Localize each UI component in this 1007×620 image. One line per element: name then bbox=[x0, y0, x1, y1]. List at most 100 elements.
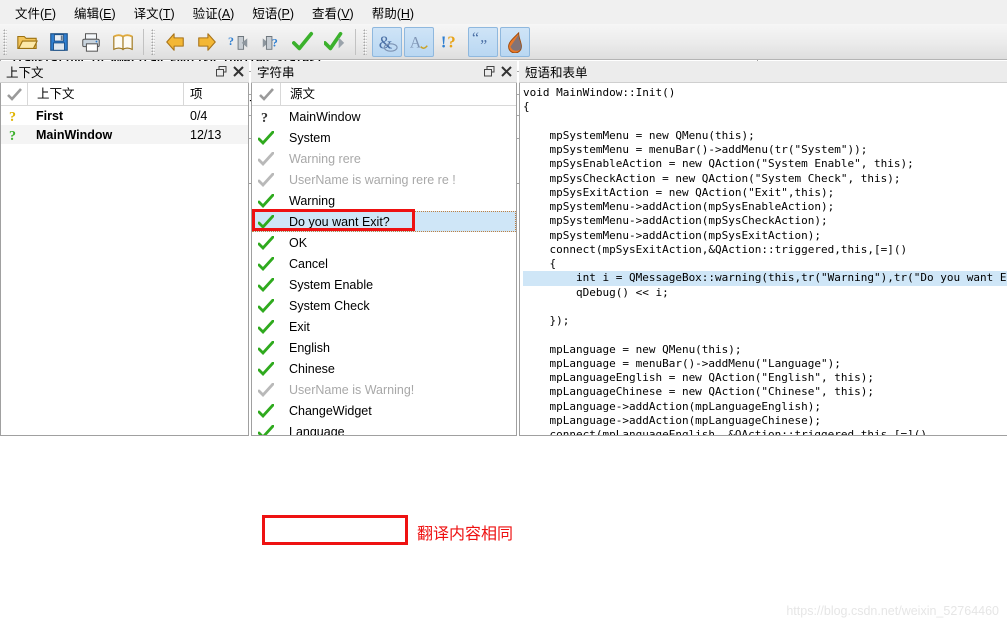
next-unfinished-icon[interactable]: ? bbox=[256, 27, 286, 57]
check-green-icon bbox=[252, 256, 280, 271]
source-code-view[interactable]: void MainWindow::Init(){ mpSystemMenu = … bbox=[520, 83, 1007, 435]
menu-item-6[interactable]: 查看(V) bbox=[303, 0, 363, 25]
string-row-text: System Enable bbox=[289, 277, 374, 292]
menu-item-2[interactable]: 编辑(E) bbox=[65, 0, 125, 25]
restore-icon[interactable] bbox=[213, 63, 230, 80]
context-panel-body: 上下文 项 ? First 0/4 ? MainWindow 12/13 bbox=[0, 83, 249, 436]
check-green-icon bbox=[252, 130, 280, 145]
string-row[interactable]: OK bbox=[252, 232, 516, 253]
items-column-header[interactable]: 项 bbox=[183, 83, 248, 105]
svg-text:?: ? bbox=[9, 129, 16, 142]
string-row-text: UserName is Warning! bbox=[289, 382, 415, 397]
code-line: mpLanguageEnglish = new QAction("English… bbox=[523, 371, 874, 384]
menu-item-4[interactable]: 验证(A) bbox=[184, 0, 244, 25]
code-line: connect(mpSysExitAction,&QAction::trigge… bbox=[523, 242, 908, 256]
code-line: mpSysCheckAction = new QAction("System C… bbox=[523, 171, 901, 185]
source-column-header[interactable]: 源文 bbox=[280, 83, 516, 105]
string-row-text: System Check bbox=[289, 298, 370, 313]
code-line: { bbox=[523, 100, 530, 114]
string-row[interactable]: Do you want Exit? bbox=[252, 211, 516, 232]
restore-icon[interactable] bbox=[481, 63, 498, 80]
check-green-icon bbox=[252, 424, 280, 435]
next-icon[interactable] bbox=[192, 27, 222, 57]
place-marker-icon[interactable] bbox=[500, 26, 530, 57]
prev-icon[interactable] bbox=[160, 27, 190, 57]
context-row-items: 0/4 bbox=[190, 108, 208, 123]
string-row-text: System bbox=[289, 130, 331, 145]
code-line: mpSystemMenu->addAction(mpSysExitAction)… bbox=[523, 228, 822, 242]
strings-panel: 字符串 源文 ? MainWindow System Warning rere User… bbox=[251, 61, 517, 436]
code-line: qDebug() << i; bbox=[523, 285, 669, 299]
string-row[interactable]: ? MainWindow bbox=[252, 106, 516, 127]
code-line: }); bbox=[523, 314, 570, 327]
menu-item-1[interactable]: 文件(F) bbox=[6, 0, 65, 25]
string-row-text: ChangeWidget bbox=[289, 403, 372, 418]
string-row[interactable]: Language bbox=[252, 421, 516, 435]
save-icon[interactable] bbox=[44, 27, 74, 57]
string-row[interactable]: Exit bbox=[252, 316, 516, 337]
string-row-text: UserName is warning rere re ! bbox=[289, 172, 456, 187]
done-next-icon[interactable] bbox=[288, 27, 318, 57]
string-row[interactable]: English bbox=[252, 337, 516, 358]
code-line: mpSystemMenu = new QMenu(this); bbox=[523, 128, 755, 142]
string-row[interactable]: UserName is warning rere re ! bbox=[252, 169, 516, 190]
string-row-text: Warning rere bbox=[289, 151, 361, 166]
context-list: ? First 0/4 ? MainWindow 12/13 bbox=[1, 106, 248, 144]
string-row-text: Exit bbox=[289, 319, 310, 334]
string-row[interactable]: UserName is Warning! bbox=[252, 379, 516, 400]
string-row[interactable]: Chinese bbox=[252, 358, 516, 379]
menu-item-7[interactable]: 帮助(H) bbox=[363, 0, 423, 25]
surrounding-whitespace-icon[interactable]: A bbox=[404, 26, 434, 57]
close-icon[interactable] bbox=[230, 63, 247, 80]
print-icon[interactable] bbox=[76, 27, 106, 57]
context-panel-title: 上下文 bbox=[6, 66, 44, 80]
open-phrasebook-icon[interactable] bbox=[108, 27, 138, 57]
string-row-text: MainWindow bbox=[289, 109, 361, 124]
code-line: mpSystemMenu->addAction(mpSysCheckAction… bbox=[523, 214, 828, 228]
context-column-header[interactable]: 上下文 bbox=[27, 83, 183, 105]
accelerator-validation-icon[interactable]: & bbox=[372, 26, 402, 57]
check-gray-icon bbox=[252, 151, 280, 166]
open-icon[interactable] bbox=[12, 27, 42, 57]
done-and-next-icon[interactable] bbox=[320, 27, 350, 57]
watermark: https://blog.csdn.net/weixin_52764460 bbox=[786, 604, 999, 618]
strings-list-header: 源文 bbox=[252, 83, 516, 106]
string-row[interactable]: Cancel bbox=[252, 253, 516, 274]
tool-bar: ?? & A!? “” bbox=[0, 24, 1007, 60]
code-line: mpLanguage = menuBar()->addMenu("Languag… bbox=[523, 356, 841, 370]
string-row[interactable]: Warning bbox=[252, 190, 516, 211]
translator-window: 文件(F) 编辑(E) 译文(T) 验证(A) 短语(P) 查看(V) 帮助(H) ?? & A… bbox=[0, 0, 1007, 620]
context-row[interactable]: ? First 0/4 bbox=[1, 106, 248, 125]
code-line: mpSystemMenu->addAction(mpSysEnableActio… bbox=[523, 200, 835, 213]
toolbar-separator bbox=[143, 28, 144, 55]
phrase-match-icon[interactable]: “” bbox=[468, 26, 498, 57]
string-row[interactable]: System bbox=[252, 127, 516, 148]
context-row-name: First bbox=[36, 108, 64, 123]
toolbar-grip[interactable] bbox=[151, 28, 155, 55]
menu-item-5[interactable]: 短语(P) bbox=[243, 0, 303, 25]
string-row[interactable]: System Enable bbox=[252, 274, 516, 295]
toolbar-group-1 bbox=[0, 25, 139, 59]
code-line: mpLanguageChinese = new QAction("Chinese… bbox=[523, 385, 874, 399]
toolbar-grip[interactable] bbox=[363, 28, 367, 55]
check-green-icon bbox=[252, 235, 280, 250]
string-row[interactable]: Warning rere bbox=[252, 148, 516, 169]
context-row[interactable]: ? MainWindow 12/13 bbox=[1, 125, 248, 144]
string-row[interactable]: System Check bbox=[252, 295, 516, 316]
check-gray-icon bbox=[252, 172, 280, 187]
check-green-icon bbox=[252, 361, 280, 376]
code-line: { bbox=[523, 257, 557, 270]
close-icon[interactable] bbox=[498, 63, 515, 80]
toolbar-group-2: ?? bbox=[148, 25, 351, 59]
ending-punctuation-icon[interactable]: !? bbox=[436, 27, 466, 57]
string-row[interactable]: ChangeWidget bbox=[252, 400, 516, 421]
prev-unfinished-icon[interactable]: ? bbox=[224, 27, 254, 57]
check-green-icon bbox=[252, 193, 280, 208]
menu-item-3[interactable]: 译文(T) bbox=[125, 0, 184, 25]
toolbar-grip[interactable] bbox=[3, 28, 7, 55]
code-line: mpLanguage = new QMenu(this); bbox=[523, 342, 742, 356]
string-row-text: Do you want Exit? bbox=[289, 214, 390, 229]
